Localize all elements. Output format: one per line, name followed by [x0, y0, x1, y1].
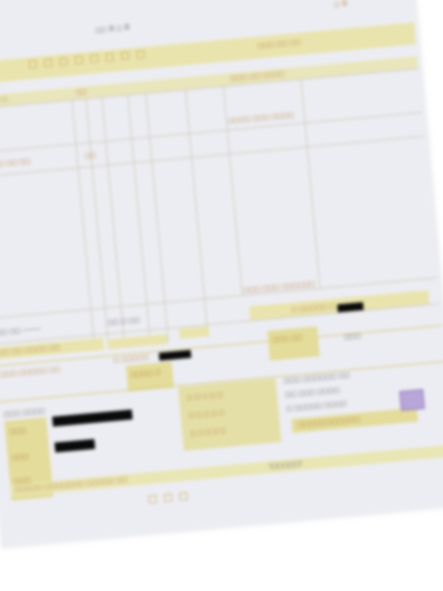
- redaction-bar: [158, 349, 192, 361]
- section-text: □□□ □□□□□ □□: [0, 365, 61, 379]
- field-text: □□□ □□□□: [3, 407, 46, 419]
- grid-col-line: [145, 92, 169, 342]
- section-band: [107, 333, 168, 350]
- grid-col-line: [300, 78, 321, 288]
- field-text: □□ □□□ □□□□: [284, 386, 341, 399]
- grid-row-line: [0, 135, 425, 178]
- grid-col-line: [127, 94, 151, 344]
- header-text-far-right: □ 日: [333, 0, 348, 9]
- redaction-bar: [54, 438, 96, 453]
- field-text: □□□ □□□□□□ □□: [283, 371, 351, 385]
- column-header-text: □□□□ □□□ □□□□: [227, 111, 295, 125]
- redaction-bar: [52, 409, 133, 427]
- section-band: [178, 326, 210, 339]
- section-band: [10, 444, 443, 497]
- row-label-text: □□ □□ ―――: [0, 325, 41, 337]
- subheader-text-2: □□: [75, 88, 88, 97]
- column-header-text: □□: [84, 151, 97, 160]
- form-cell: [267, 326, 320, 361]
- field-text: □□□: [343, 332, 362, 341]
- form-sheet: ・ 日 □□ 日 □ 日 □ 日 □□□□□□□□ □□□ □□ □□ □□□□…: [0, 0, 443, 548]
- grid-col-line: [184, 89, 209, 339]
- column-header-text: □□ □□ □□: [0, 157, 31, 169]
- field-text: □ □□□□□ □□□□: [286, 399, 347, 413]
- photo: ・ 日 □□ 日 □ 日 □ 日 □□□□□□□□ □□□ □□ □□ □□□□…: [0, 0, 443, 591]
- header-text-right: □□ 日 □ 日: [94, 24, 131, 35]
- grid-col-line: [71, 99, 96, 349]
- grid-row-line: [0, 111, 423, 154]
- bottom-title: □□□: [147, 490, 195, 506]
- seal-stamp: [399, 388, 425, 412]
- grid-row-line: [0, 303, 440, 345]
- row-label-text: □□ □ □□: [107, 316, 141, 327]
